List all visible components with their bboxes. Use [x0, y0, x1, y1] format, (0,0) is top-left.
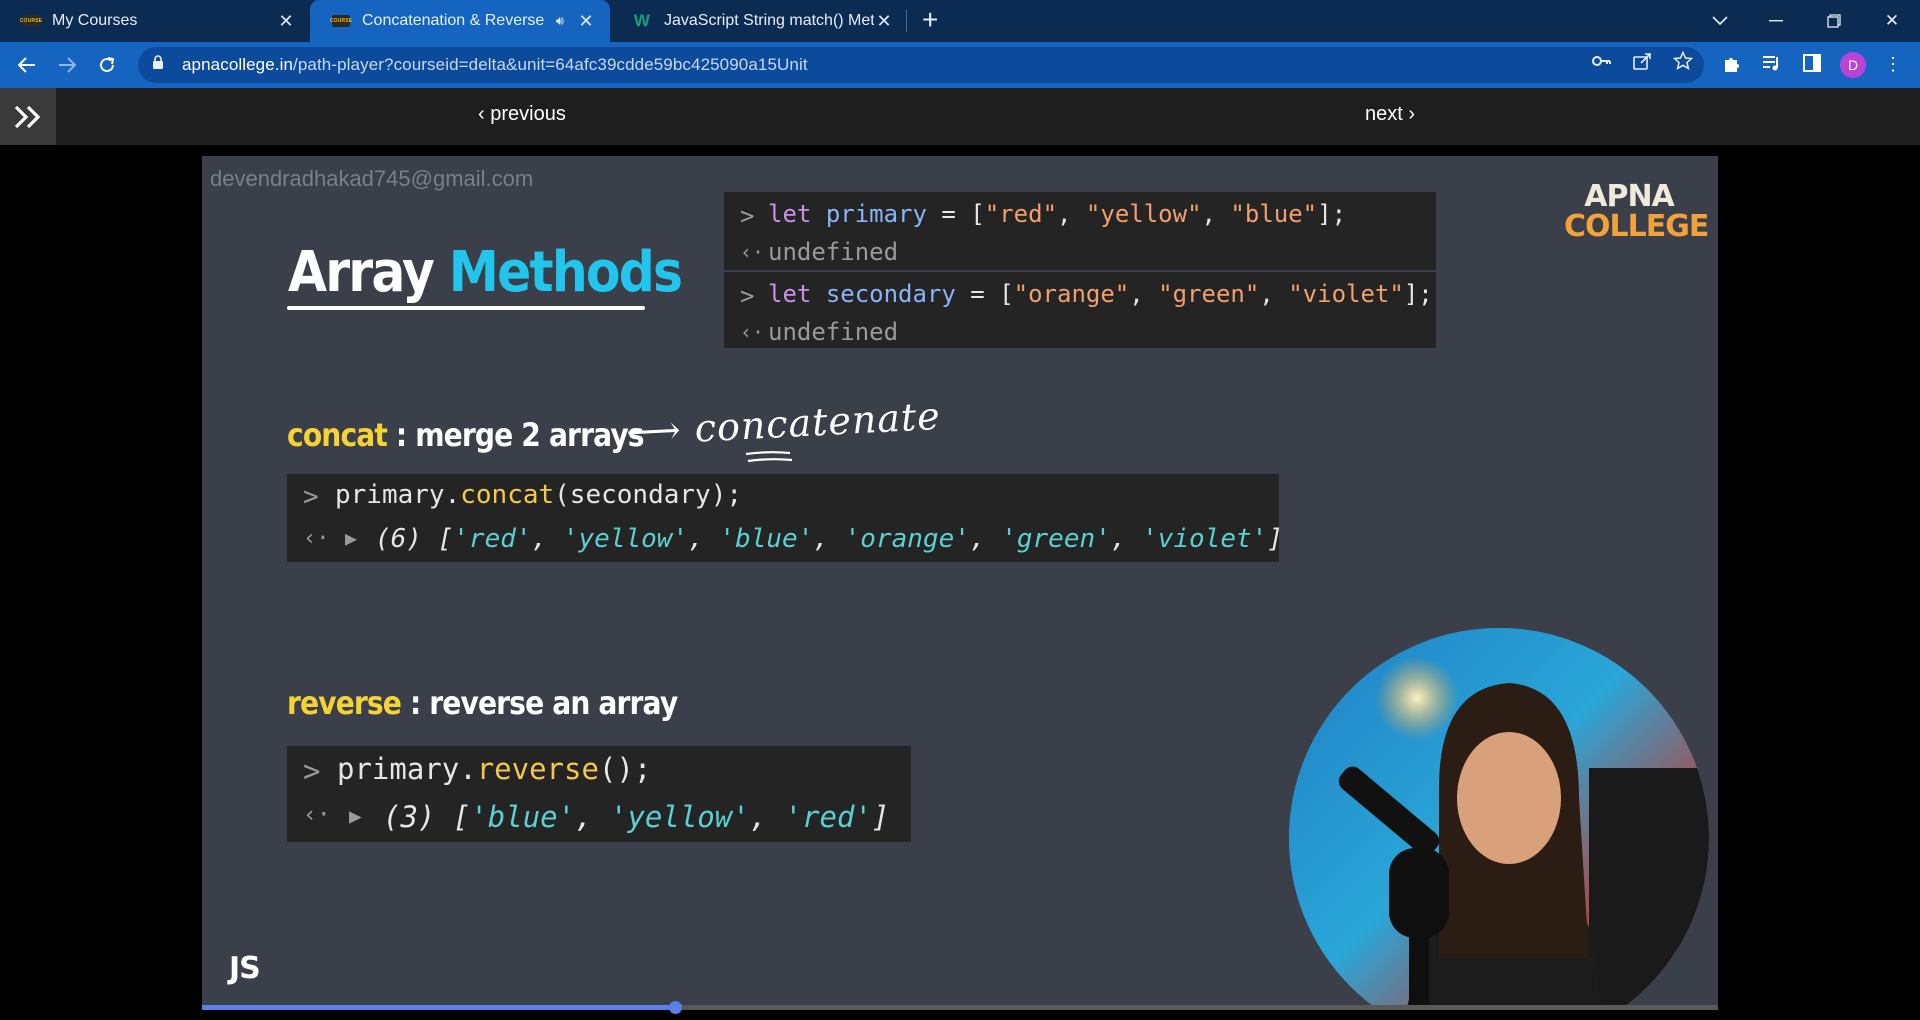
input-prompt-icon: > [303, 754, 321, 788]
console-line: let primary = ["red", "yellow", "blue"]; [768, 200, 1347, 228]
console-array-declarations: > let primary = ["red", "yellow", "blue"… [724, 192, 1436, 348]
console-result: undefined [768, 238, 899, 266]
handwritten-underline [745, 451, 793, 463]
apna-college-favicon-icon: COURSE [330, 15, 352, 27]
audio-playing-icon[interactable]: 🔊︎ [556, 13, 564, 29]
output-return-icon: ‹· [303, 526, 330, 551]
profile-avatar[interactable]: D [1840, 52, 1866, 78]
concat-heading: concat : merge 2 arrays [287, 416, 645, 454]
tab-title: Concatenation & Reverse [362, 12, 545, 29]
apna-college-favicon-icon: COURSE [20, 15, 42, 27]
presenter-webcam [1289, 628, 1709, 1005]
close-tab-icon[interactable]: ✕ [576, 11, 596, 32]
tab-search-chevron-icon[interactable] [1692, 0, 1748, 42]
next-label: next [1365, 103, 1403, 125]
output-return-icon: ‹· [740, 320, 765, 344]
user-email-watermark: devendradhakad745@gmail.com [210, 166, 534, 191]
side-panel-icon[interactable] [1801, 54, 1823, 76]
input-prompt-icon: > [740, 282, 755, 310]
console-reverse: > primary.reverse(); ‹· ▶ (3) ['blue', '… [287, 746, 911, 842]
console-result: (3) ['blue', 'yellow', 'red'] [383, 800, 890, 834]
output-return-icon: ‹· [303, 802, 331, 828]
forward-arrow-icon[interactable] [50, 48, 84, 82]
media-queue-icon[interactable] [1761, 54, 1783, 76]
lesson-video[interactable]: devendradhakad745@gmail.com Array Method… [202, 156, 1718, 1005]
chevron-left-icon: ‹ [478, 103, 485, 125]
apna-college-logo: APNA COLLEGE [1564, 179, 1709, 244]
video-progress-bar[interactable] [202, 1001, 1718, 1014]
minimize-button[interactable] [1748, 0, 1804, 42]
expand-sidebar-button[interactable] [0, 88, 56, 145]
url-text: apnacollege.in/path-player?courseid=delt… [182, 55, 808, 74]
input-prompt-icon: > [303, 482, 319, 512]
course-player-navbar: ‹ previous next › [0, 88, 1920, 145]
console-line: primary.concat(secondary); [335, 480, 742, 510]
expand-triangle-icon: ▶ [349, 804, 362, 828]
previous-label: previous [490, 103, 566, 125]
new-tab-button[interactable]: + [922, 4, 938, 36]
console-concat: > primary.concat(secondary); ‹· ▶ (6) ['… [287, 474, 1283, 562]
input-prompt-icon: > [740, 202, 755, 230]
address-bar[interactable]: apnacollege.in/path-player?courseid=delt… [138, 47, 1704, 83]
console-result: (6) ['red', 'yellow', 'blue', 'orange', … [375, 524, 1283, 554]
share-icon[interactable] [1632, 51, 1652, 71]
browser-toolbar: apnacollege.in/path-player?courseid=delt… [0, 42, 1920, 88]
close-tab-icon[interactable]: ✕ [276, 11, 296, 32]
tab-concatenation-reverse[interactable]: COURSE Concatenation & Reverse 🔊︎ ✕ [310, 0, 610, 42]
reload-icon[interactable] [90, 48, 124, 82]
tab-separator [906, 10, 907, 32]
console-line: primary.reverse(); [337, 752, 652, 786]
close-window-button[interactable]: ✕ [1864, 0, 1920, 42]
chevron-right-icon: › [1408, 103, 1416, 125]
output-return-icon: ‹· [740, 240, 765, 264]
presenter-image [1289, 628, 1709, 1005]
slide-title: Array Methods [288, 240, 683, 305]
previous-lesson-link[interactable]: ‹ previous [478, 103, 566, 126]
console-line: let secondary = ["orange", "green", "vio… [768, 280, 1433, 308]
reverse-heading: reverse : reverse an array [287, 684, 678, 722]
video-progress-handle[interactable] [668, 1001, 682, 1014]
handwritten-annotation: ⟶ concatenate [625, 393, 942, 455]
console-result: undefined [768, 318, 899, 346]
browser-menu-kebab-icon[interactable]: ⋮ [1882, 54, 1904, 76]
w3schools-favicon-icon: W [633, 11, 651, 30]
expand-triangle-icon: ▶ [345, 526, 358, 550]
title-underline [287, 306, 645, 310]
video-progress-fill [202, 1005, 675, 1010]
password-key-icon[interactable] [1591, 51, 1611, 71]
js-footer-label: JS [229, 951, 261, 986]
next-lesson-link[interactable]: next › [1365, 103, 1415, 126]
bookmark-star-icon[interactable] [1672, 50, 1694, 71]
tab-my-courses[interactable]: COURSE My Courses ✕ [0, 0, 310, 42]
lock-icon[interactable] [152, 55, 168, 75]
restore-button[interactable] [1806, 0, 1862, 42]
tab-javascript-string-match[interactable]: W JavaScript String match() Method ✕ [610, 0, 908, 42]
close-tab-icon[interactable]: ✕ [874, 11, 894, 32]
tab-title: My Courses [52, 12, 138, 29]
console-divider [724, 270, 1436, 272]
browser-tab-strip: COURSE My Courses ✕ COURSE Concatenation… [0, 0, 1920, 42]
tab-title: JavaScript String match() Method [664, 12, 874, 29]
back-arrow-icon[interactable] [10, 48, 44, 82]
extensions-puzzle-icon[interactable] [1721, 54, 1743, 76]
